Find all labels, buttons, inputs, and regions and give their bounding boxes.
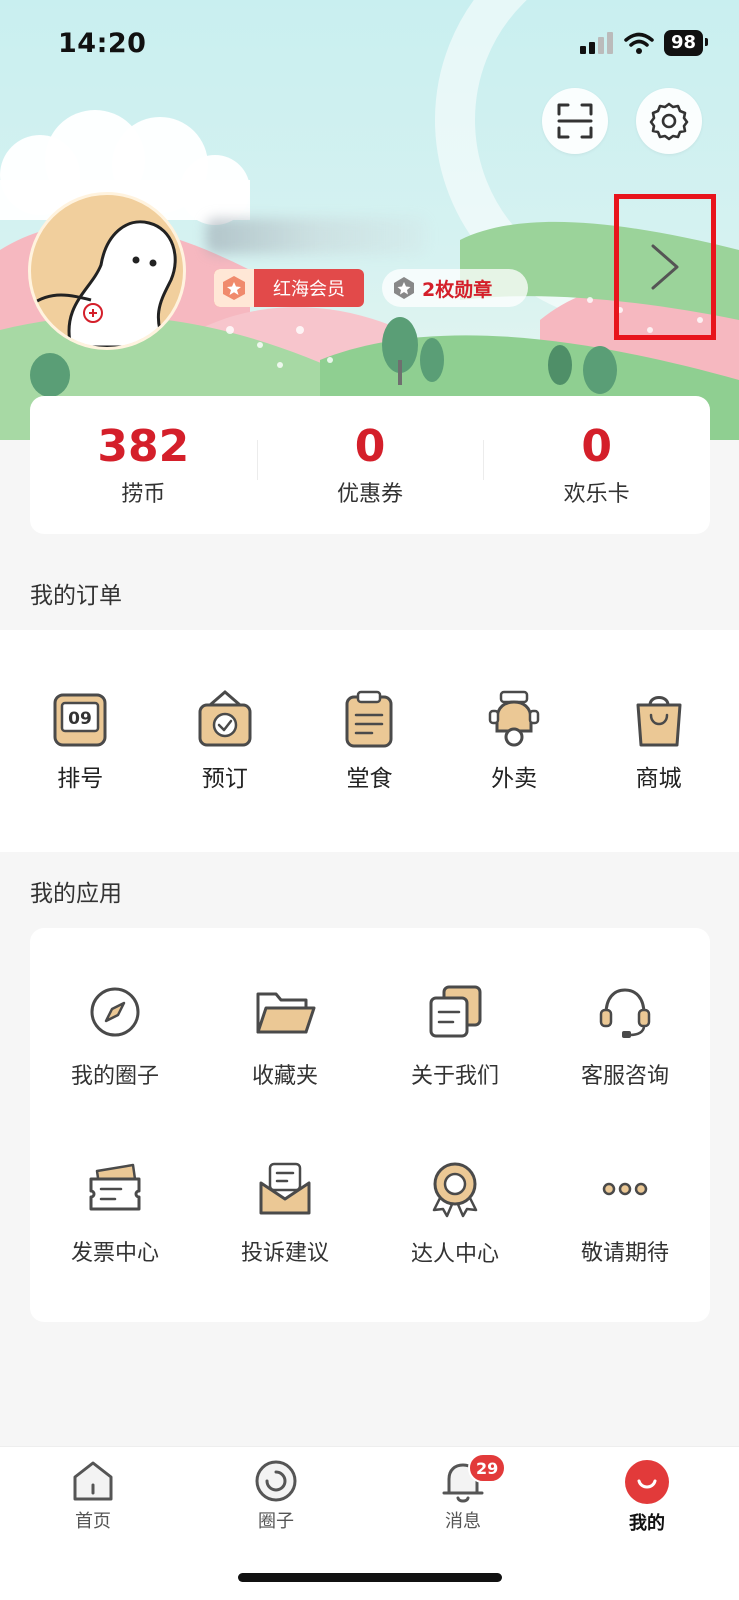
order-label: 预订 [201, 766, 248, 792]
headset-icon [599, 987, 651, 1038]
home-icon [73, 1461, 113, 1501]
app-expert-center[interactable]: 达人中心 [370, 1125, 540, 1302]
app-label: 我的圈子 [70, 1063, 159, 1089]
battery-indicator: 98 [663, 30, 709, 56]
app-label: 客服咨询 [580, 1063, 669, 1089]
order-mall[interactable]: 商城 [599, 689, 719, 793]
avatar[interactable] [28, 192, 186, 350]
status-time: 14:20 [58, 28, 147, 59]
queue-number-icon: 09 [53, 693, 107, 747]
status-bar: 14:20 98 [0, 0, 739, 90]
document-stack-icon [429, 985, 482, 1037]
settings-button[interactable] [636, 88, 702, 154]
tab-label: 消息 [445, 1511, 481, 1532]
profile-detail-button[interactable] [614, 194, 716, 340]
home-indicator [238, 1573, 502, 1582]
medal-icon [394, 277, 414, 299]
apps-card: 我的圈子 收藏夹 关于我们 客服咨询 发票中心 投诉建议 达人中心 敬请期待 [30, 928, 710, 1322]
order-label: 堂食 [346, 766, 393, 792]
order-dine-in[interactable]: 堂食 [309, 689, 429, 793]
wifi-icon [624, 32, 654, 54]
svg-text:09: 09 [68, 709, 92, 729]
app-favorites[interactable]: 收藏夹 [200, 948, 370, 1125]
tab-home[interactable]: 首页 [38, 1459, 148, 1533]
dine-in-icon [345, 690, 393, 748]
orders-section-title: 我的订单 [30, 583, 122, 609]
scan-icon [557, 103, 593, 139]
app-invoice-center[interactable]: 发票中心 [30, 1125, 200, 1302]
username-blurred [206, 218, 426, 254]
stat-value: 382 [97, 421, 190, 472]
member-badge[interactable]: 红海会员 [214, 269, 364, 307]
order-label: 商城 [635, 766, 682, 792]
order-label: 排号 [57, 766, 104, 792]
profile-smile-icon [625, 1460, 669, 1504]
app-label: 关于我们 [410, 1063, 499, 1089]
stat-label: 捞币 [121, 482, 166, 507]
mail-icon [259, 1162, 311, 1214]
reservation-icon [198, 690, 252, 747]
circle-icon [255, 1460, 297, 1502]
stat-coupons[interactable]: 0 优惠券 [256, 421, 484, 508]
more-icon [602, 1182, 648, 1195]
app-coming-soon[interactable]: 敬请期待 [540, 1125, 710, 1302]
tab-label: 圈子 [258, 1511, 294, 1532]
stat-value: 0 [581, 421, 612, 472]
member-star-icon [214, 269, 254, 307]
tab-label: 首页 [75, 1511, 111, 1532]
message-count-badge: 29 [468, 1453, 507, 1483]
stats-card: 382 捞币 0 优惠券 0 欢乐卡 [30, 396, 710, 534]
order-delivery[interactable]: 外卖 [454, 689, 574, 793]
stat-value: 0 [354, 421, 386, 472]
orders-panel: 09 排号 预订 堂食 外卖 商城 [0, 630, 739, 852]
signal-icon [579, 32, 613, 54]
app-label: 达人中心 [410, 1241, 499, 1267]
folder-icon [256, 992, 316, 1033]
stat-label: 欢乐卡 [563, 482, 630, 507]
app-complaints[interactable]: 投诉建议 [200, 1125, 370, 1302]
order-label: 外卖 [491, 766, 538, 792]
award-icon [432, 1162, 478, 1217]
app-about-us[interactable]: 关于我们 [370, 948, 540, 1125]
stat-happy-cards[interactable]: 0 欢乐卡 [483, 422, 710, 508]
stat-label: 优惠券 [337, 482, 404, 507]
chevron-right-icon [651, 244, 679, 290]
app-customer-service[interactable]: 客服咨询 [540, 948, 710, 1125]
order-queue[interactable]: 09 排号 [20, 689, 140, 793]
compass-icon [90, 987, 140, 1036]
shopping-bag-icon [636, 696, 682, 747]
tab-profile[interactable]: 我的 [592, 1459, 702, 1535]
stat-coins[interactable]: 382 捞币 [30, 422, 257, 508]
tab-messages[interactable]: 29 消息 [408, 1453, 518, 1533]
gear-icon [649, 102, 689, 141]
app-label: 敬请期待 [580, 1240, 669, 1266]
scan-button[interactable] [542, 88, 608, 154]
delivery-scooter-icon [488, 690, 540, 747]
medal-badge[interactable]: 2枚勋章 [382, 269, 528, 307]
order-reservation[interactable]: 预订 [165, 689, 285, 793]
app-my-circle[interactable]: 我的圈子 [30, 948, 200, 1125]
app-label: 收藏夹 [251, 1063, 318, 1089]
app-label: 发票中心 [70, 1240, 159, 1266]
tab-label: 我的 [629, 1513, 665, 1534]
apps-section-title: 我的应用 [30, 881, 122, 907]
tab-circle[interactable]: 圈子 [221, 1459, 331, 1533]
invoice-icon [89, 1163, 141, 1210]
app-label: 投诉建议 [240, 1240, 329, 1266]
avatar-illustration [31, 220, 177, 347]
